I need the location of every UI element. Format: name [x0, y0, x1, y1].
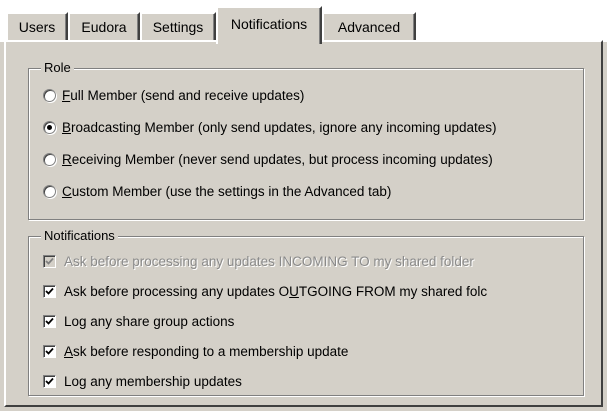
tab-settings-label: Settings — [152, 19, 204, 35]
tab-notifications-label: Notifications — [230, 16, 308, 32]
receiving-member-radio[interactable] — [43, 152, 56, 166]
checkmark-icon — [45, 347, 54, 355]
checkmark-icon — [45, 287, 54, 295]
role-group: Role Full Member (send and receive updat… — [28, 60, 584, 220]
ask-outgoing-checkbox[interactable] — [43, 284, 56, 298]
tab-strip: Users Eudora Settings Notifications Adva… — [0, 0, 607, 44]
receiving-member-label: Receiving Member (never send updates, bu… — [62, 151, 493, 167]
tab-eudora[interactable]: Eudora — [68, 12, 140, 40]
role-group-title: Role — [41, 60, 74, 76]
broadcasting-member-label: Broadcasting Member (only send updates, … — [62, 119, 497, 135]
log-membership-checkbox-row[interactable]: Log any membership updates — [43, 371, 242, 391]
checkmark-icon — [45, 377, 54, 385]
notifications-dialog: Users Eudora Settings Notifications Adva… — [0, 0, 607, 411]
tab-settings[interactable]: Settings — [140, 12, 216, 40]
log-membership-label: Log any membership updates — [64, 373, 242, 389]
ask-incoming-label: Ask before processing any updates INCOMI… — [64, 253, 474, 269]
role-option-full-member[interactable]: Full Member (send and receive updates) — [43, 85, 304, 105]
notifications-panel: Role Full Member (send and receive updat… — [4, 40, 603, 407]
ask-outgoing-label: Ask before processing any updates OUTGOI… — [64, 283, 488, 299]
tab-eudora-label: Eudora — [81, 19, 127, 35]
role-option-broadcasting-member[interactable]: Broadcasting Member (only send updates, … — [43, 117, 497, 137]
custom-member-radio[interactable] — [43, 184, 56, 198]
ask-membership-checkbox-row[interactable]: Ask before responding to a membership up… — [43, 341, 348, 361]
tab-advanced[interactable]: Advanced — [322, 12, 416, 40]
checkmark-icon — [45, 317, 54, 325]
ask-membership-label: Ask before responding to a membership up… — [64, 343, 349, 359]
broadcasting-member-radio[interactable] — [43, 120, 56, 134]
radio-selected-dot — [47, 124, 52, 130]
notifications-group: Notifications Ask before processing any … — [28, 228, 584, 396]
log-share-group-checkbox[interactable] — [43, 314, 56, 328]
role-option-receiving-member[interactable]: Receiving Member (never send updates, bu… — [43, 149, 493, 169]
tab-notifications[interactable]: Notifications — [216, 6, 322, 44]
ask-outgoing-checkbox-row[interactable]: Ask before processing any updates OUTGOI… — [43, 281, 487, 301]
ask-membership-checkbox[interactable] — [43, 344, 56, 358]
tab-users-label: Users — [18, 19, 56, 35]
log-membership-checkbox[interactable] — [43, 374, 56, 388]
ask-incoming-checkbox-row: Ask before processing any updates INCOMI… — [43, 251, 474, 271]
checkmark-icon — [45, 257, 54, 265]
full-member-radio[interactable] — [43, 88, 56, 102]
ask-incoming-checkbox — [43, 254, 56, 268]
log-share-group-checkbox-row[interactable]: Log any share group actions — [43, 311, 234, 331]
custom-member-label: Custom Member (use the settings in the A… — [62, 183, 392, 199]
tab-users[interactable]: Users — [6, 12, 68, 40]
log-share-group-label: Log any share group actions — [64, 313, 235, 329]
notifications-group-title: Notifications — [41, 228, 118, 244]
full-member-label: Full Member (send and receive updates) — [62, 87, 305, 103]
role-option-custom-member[interactable]: Custom Member (use the settings in the A… — [43, 181, 391, 201]
tab-advanced-label: Advanced — [337, 19, 401, 35]
